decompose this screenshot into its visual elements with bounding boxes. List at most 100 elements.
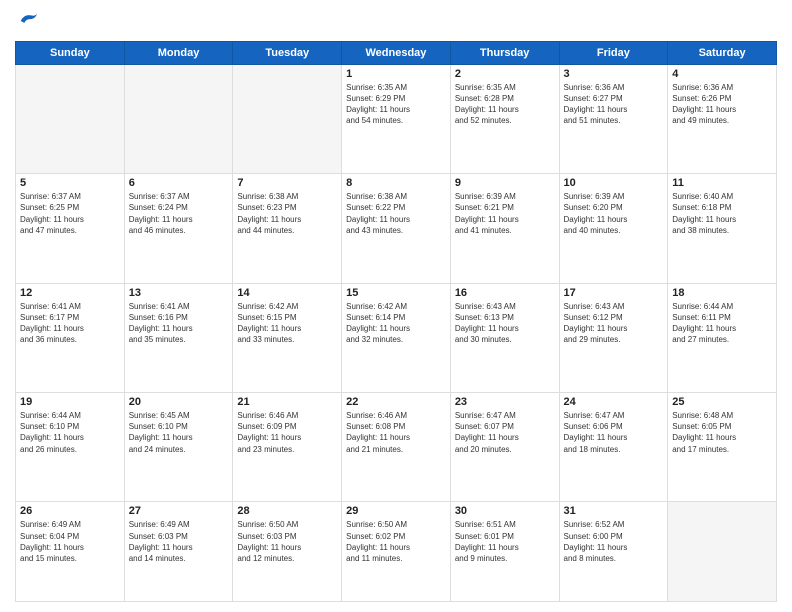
day-info: Sunrise: 6:42 AM Sunset: 6:15 PM Dayligh… (237, 301, 337, 346)
calendar-cell (16, 64, 125, 173)
calendar-header-thursday: Thursday (450, 41, 559, 64)
calendar-cell (233, 64, 342, 173)
calendar-cell: 19 Sunrise: 6:44 AM Sunset: 6:10 PM Dayli… (16, 393, 125, 502)
calendar-cell: 3 Sunrise: 6:36 AM Sunset: 6:27 PM Daylig… (559, 64, 668, 173)
day-info: Sunrise: 6:39 AM Sunset: 6:21 PM Dayligh… (455, 191, 555, 236)
calendar-cell: 1Sunrise: 6:35 AM Sunset: 6:29 PM Daylig… (342, 64, 451, 173)
calendar-header-tuesday: Tuesday (233, 41, 342, 64)
calendar-header-row: SundayMondayTuesdayWednesdayThursdayFrid… (16, 41, 777, 64)
day-info: Sunrise: 6:36 AM Sunset: 6:27 PM Dayligh… (564, 82, 664, 127)
calendar-cell: 24Sunrise: 6:47 AM Sunset: 6:06 PM Dayli… (559, 393, 668, 502)
day-info: Sunrise: 6:37 AM Sunset: 6:25 PM Dayligh… (20, 191, 120, 236)
day-number: 20 (129, 396, 229, 408)
calendar-cell: 17 Sunrise: 6:43 AM Sunset: 6:12 PM Dayli… (559, 283, 668, 392)
calendar-week-3: 19 Sunrise: 6:44 AM Sunset: 6:10 PM Dayli… (16, 393, 777, 502)
day-number: 26 (20, 505, 120, 517)
day-info: Sunrise: 6:46 AM Sunset: 6:08 PM Dayligh… (346, 410, 446, 455)
day-number: 28 (237, 505, 337, 517)
day-info: Sunrise: 6:47 AM Sunset: 6:07 PM Dayligh… (455, 410, 555, 455)
day-number: 5 (20, 177, 120, 189)
calendar-week-2: 12 Sunrise: 6:41 AM Sunset: 6:17 PM Dayli… (16, 283, 777, 392)
calendar-cell: 6Sunrise: 6:37 AM Sunset: 6:24 PM Daylig… (124, 174, 233, 283)
day-number: 1 (346, 68, 446, 80)
day-info: Sunrise: 6:40 AM Sunset: 6:18 PM Dayligh… (672, 191, 772, 236)
day-number: 19 (20, 396, 120, 408)
calendar-cell: 20 Sunrise: 6:45 AM Sunset: 6:10 PM Dayli… (124, 393, 233, 502)
calendar-cell (668, 502, 777, 602)
calendar-cell: 2Sunrise: 6:35 AM Sunset: 6:28 PM Daylig… (450, 64, 559, 173)
day-info: Sunrise: 6:50 AM Sunset: 6:02 PM Dayligh… (346, 519, 446, 564)
calendar-cell: 31 Sunrise: 6:52 AM Sunset: 6:00 PM Dayli… (559, 502, 668, 602)
logo (15, 10, 39, 33)
calendar-cell: 15 Sunrise: 6:42 AM Sunset: 6:14 PM Dayli… (342, 283, 451, 392)
calendar-header-saturday: Saturday (668, 41, 777, 64)
calendar-cell: 23 Sunrise: 6:47 AM Sunset: 6:07 PM Dayli… (450, 393, 559, 502)
day-number: 12 (20, 287, 120, 299)
day-info: Sunrise: 6:36 AM Sunset: 6:26 PM Dayligh… (672, 82, 772, 127)
calendar-cell: 25 Sunrise: 6:48 AM Sunset: 6:05 PM Dayli… (668, 393, 777, 502)
calendar-week-4: 26 Sunrise: 6:49 AM Sunset: 6:04 PM Dayli… (16, 502, 777, 602)
calendar-cell: 16 Sunrise: 6:43 AM Sunset: 6:13 PM Dayli… (450, 283, 559, 392)
calendar-week-1: 5 Sunrise: 6:37 AM Sunset: 6:25 PM Daylig… (16, 174, 777, 283)
day-number: 3 (564, 68, 664, 80)
day-number: 22 (346, 396, 446, 408)
day-info: Sunrise: 6:49 AM Sunset: 6:04 PM Dayligh… (20, 519, 120, 564)
day-info: Sunrise: 6:50 AM Sunset: 6:03 PM Dayligh… (237, 519, 337, 564)
logo-bird-icon (17, 10, 39, 32)
day-info: Sunrise: 6:41 AM Sunset: 6:16 PM Dayligh… (129, 301, 229, 346)
day-number: 21 (237, 396, 337, 408)
calendar-cell: 26 Sunrise: 6:49 AM Sunset: 6:04 PM Dayli… (16, 502, 125, 602)
calendar-cell: 8 Sunrise: 6:38 AM Sunset: 6:22 PM Daylig… (342, 174, 451, 283)
day-number: 16 (455, 287, 555, 299)
day-number: 31 (564, 505, 664, 517)
day-number: 29 (346, 505, 446, 517)
calendar-cell: 4 Sunrise: 6:36 AM Sunset: 6:26 PM Daylig… (668, 64, 777, 173)
day-number: 4 (672, 68, 772, 80)
day-number: 11 (672, 177, 772, 189)
day-number: 27 (129, 505, 229, 517)
calendar-cell: 13 Sunrise: 6:41 AM Sunset: 6:16 PM Dayli… (124, 283, 233, 392)
day-number: 6 (129, 177, 229, 189)
day-number: 14 (237, 287, 337, 299)
day-info: Sunrise: 6:39 AM Sunset: 6:20 PM Dayligh… (564, 191, 664, 236)
calendar-cell: 9Sunrise: 6:39 AM Sunset: 6:21 PM Daylig… (450, 174, 559, 283)
day-info: Sunrise: 6:42 AM Sunset: 6:14 PM Dayligh… (346, 301, 446, 346)
calendar-header-friday: Friday (559, 41, 668, 64)
calendar-cell: 7Sunrise: 6:38 AM Sunset: 6:23 PM Daylig… (233, 174, 342, 283)
day-number: 25 (672, 396, 772, 408)
calendar-cell: 18Sunrise: 6:44 AM Sunset: 6:11 PM Dayli… (668, 283, 777, 392)
day-info: Sunrise: 6:48 AM Sunset: 6:05 PM Dayligh… (672, 410, 772, 455)
calendar-header-monday: Monday (124, 41, 233, 64)
calendar-cell: 30Sunrise: 6:51 AM Sunset: 6:01 PM Dayli… (450, 502, 559, 602)
day-info: Sunrise: 6:38 AM Sunset: 6:23 PM Dayligh… (237, 191, 337, 236)
calendar-cell: 28 Sunrise: 6:50 AM Sunset: 6:03 PM Dayli… (233, 502, 342, 602)
day-number: 17 (564, 287, 664, 299)
day-number: 8 (346, 177, 446, 189)
day-info: Sunrise: 6:43 AM Sunset: 6:13 PM Dayligh… (455, 301, 555, 346)
day-number: 10 (564, 177, 664, 189)
day-number: 18 (672, 287, 772, 299)
day-info: Sunrise: 6:46 AM Sunset: 6:09 PM Dayligh… (237, 410, 337, 455)
calendar-cell: 5 Sunrise: 6:37 AM Sunset: 6:25 PM Daylig… (16, 174, 125, 283)
day-info: Sunrise: 6:35 AM Sunset: 6:28 PM Dayligh… (455, 82, 555, 127)
calendar-cell: 12 Sunrise: 6:41 AM Sunset: 6:17 PM Dayli… (16, 283, 125, 392)
day-info: Sunrise: 6:52 AM Sunset: 6:00 PM Dayligh… (564, 519, 664, 564)
day-info: Sunrise: 6:44 AM Sunset: 6:10 PM Dayligh… (20, 410, 120, 455)
calendar-cell: 11 Sunrise: 6:40 AM Sunset: 6:18 PM Dayli… (668, 174, 777, 283)
day-info: Sunrise: 6:51 AM Sunset: 6:01 PM Dayligh… (455, 519, 555, 564)
day-number: 23 (455, 396, 555, 408)
day-info: Sunrise: 6:41 AM Sunset: 6:17 PM Dayligh… (20, 301, 120, 346)
header (15, 10, 777, 33)
day-info: Sunrise: 6:43 AM Sunset: 6:12 PM Dayligh… (564, 301, 664, 346)
calendar-cell: 22 Sunrise: 6:46 AM Sunset: 6:08 PM Dayli… (342, 393, 451, 502)
calendar-cell (124, 64, 233, 173)
day-number: 13 (129, 287, 229, 299)
day-info: Sunrise: 6:38 AM Sunset: 6:22 PM Dayligh… (346, 191, 446, 236)
page: SundayMondayTuesdayWednesdayThursdayFrid… (0, 0, 792, 612)
calendar-header-sunday: Sunday (16, 41, 125, 64)
day-number: 24 (564, 396, 664, 408)
calendar-cell: 29 Sunrise: 6:50 AM Sunset: 6:02 PM Dayli… (342, 502, 451, 602)
day-number: 15 (346, 287, 446, 299)
day-info: Sunrise: 6:45 AM Sunset: 6:10 PM Dayligh… (129, 410, 229, 455)
calendar-week-0: 1Sunrise: 6:35 AM Sunset: 6:29 PM Daylig… (16, 64, 777, 173)
